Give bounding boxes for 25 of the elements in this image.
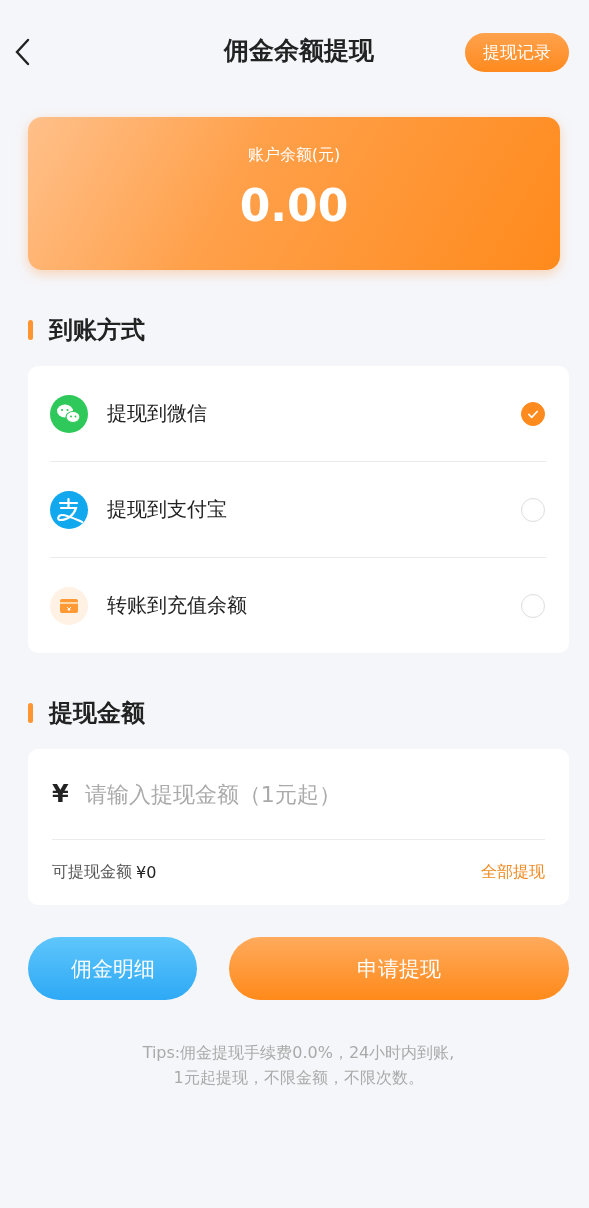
section-marker [28,703,33,723]
balance-label: 账户余额(元) [247,145,341,166]
radio-button[interactable] [521,401,545,426]
withdraw-all-link[interactable]: 全部提现 [481,861,545,883]
available-amount-label: 可提现金额 [52,861,132,883]
commission-details-button[interactable]: 佣金明细 [28,937,197,1000]
tips-text: 1元起提现，不限金额，不限次数。 [173,1067,424,1089]
section-title: 提现金额 [49,698,145,729]
apply-withdraw-button[interactable]: 申请提现 [229,937,569,1000]
currency-symbol: ¥ [52,780,69,808]
payment-circle-icon [50,490,88,529]
withdraw-history-button[interactable]: 提现记录 [465,32,569,72]
page-title: 佣金余额提现 [223,35,374,67]
tips-text: Tips:佣金提现手续费0.0%，24小时内到账, [142,1042,455,1064]
method-label: 提现到微信 [107,400,208,427]
back-icon[interactable] [14,38,30,66]
amount-input-field[interactable]: 请输入提现金额（1元起） [82,780,545,808]
wallet-card-icon [50,586,88,625]
balance-amount: 0.00 [239,180,349,231]
method-label: 提现到支付宝 [107,496,228,523]
method-label: 转账到充值余额 [107,592,248,619]
chat-bubbles-icon [50,394,88,433]
section-marker [28,320,33,340]
section-title: 到账方式 [49,315,145,346]
available-amount-value: ¥0 [136,862,158,882]
